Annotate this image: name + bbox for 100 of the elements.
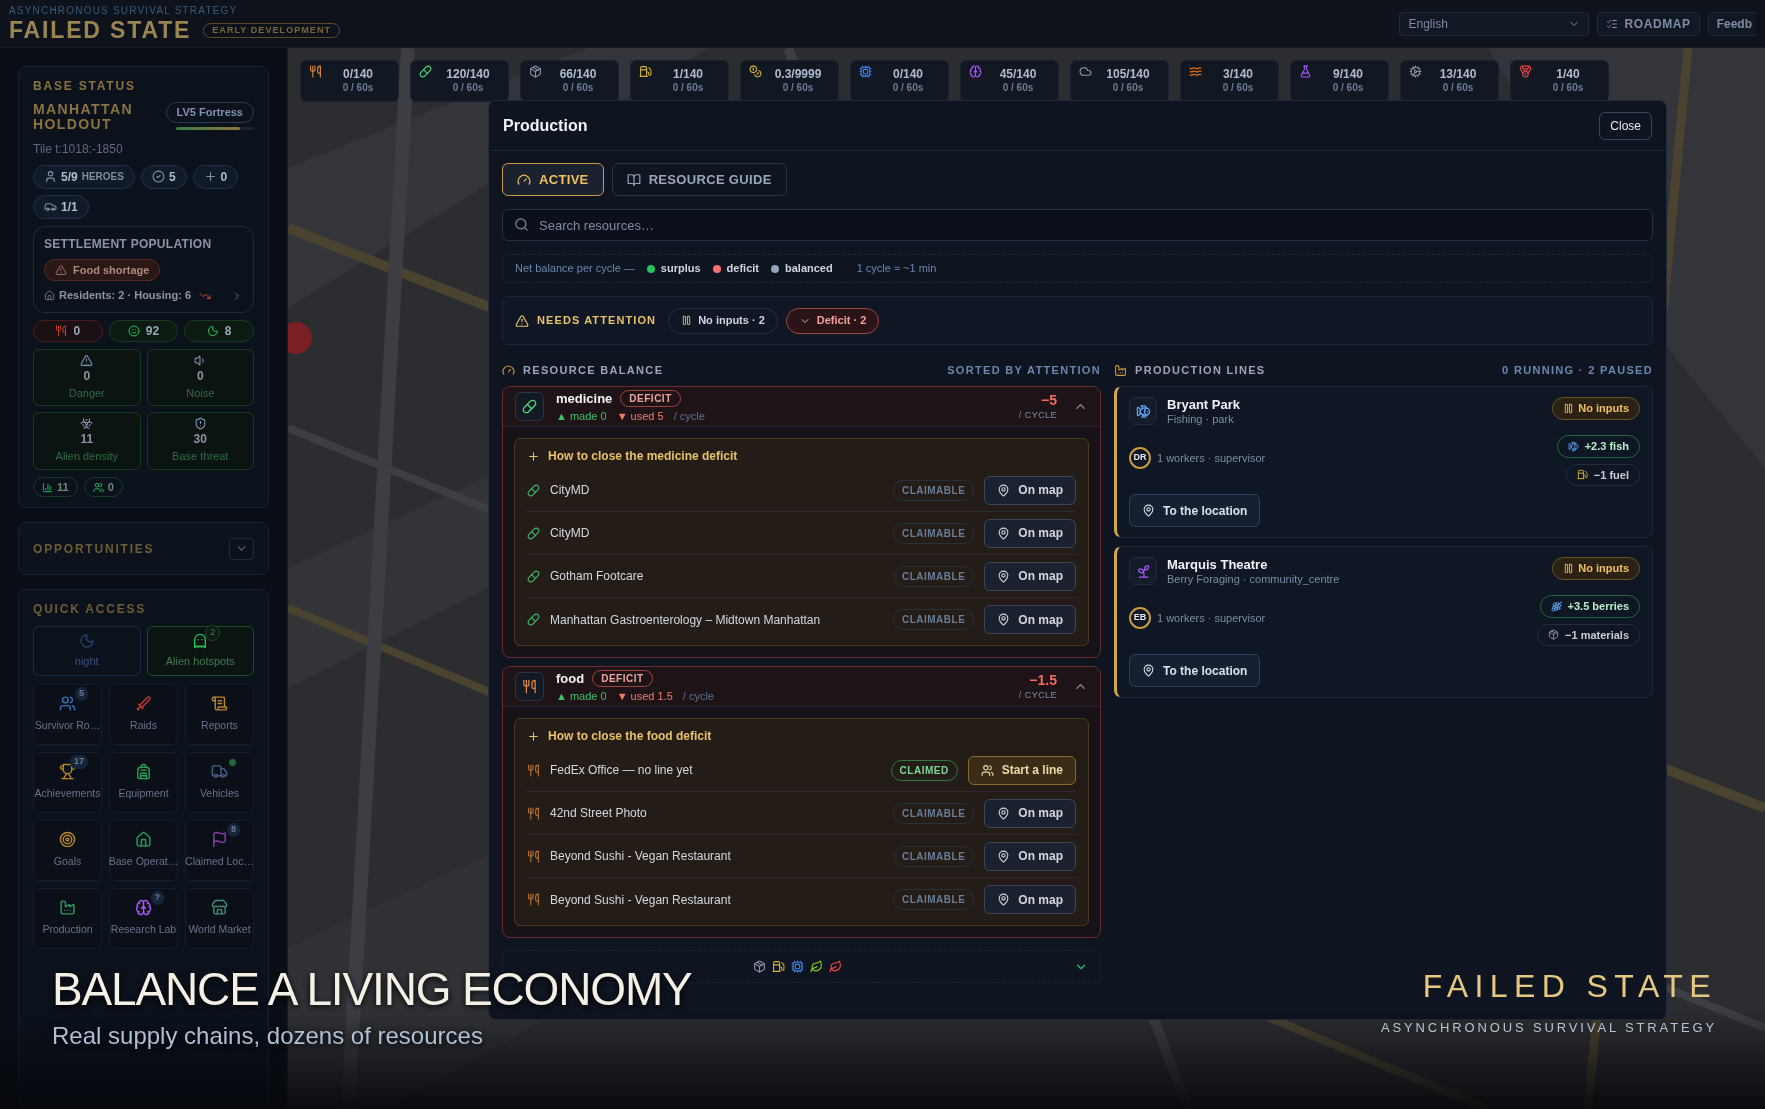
cycle-note: 1 cycle ≈ ~1 min [856,261,937,277]
quick-tile[interactable]: Goals [33,820,102,882]
resource-rate: 0 / 60s [1112,82,1144,95]
dialog-title: Production [503,115,588,136]
box-icon [753,960,766,973]
backpack-icon [135,763,152,781]
worker-summary: 1 workers · supervisor [1157,610,1266,626]
on-map-button[interactable]: On map [984,798,1076,828]
resource-rate: 0 / 60s [892,82,924,95]
source-name: Gotham Footcare [550,568,644,585]
people-icon [980,763,994,777]
legend-label: Net balance per cycle — [515,261,635,277]
fish-icon [1567,440,1579,452]
status-badge: No inputs [1552,557,1640,580]
quick-tile[interactable]: Equipment [109,752,178,814]
brain-icon [969,65,982,78]
chip-label: HEROES [81,170,124,185]
quick-tile[interactable]: 5 Survivor Ro… [33,684,102,746]
utensils-icon [522,679,537,694]
section-heading: OPPORTUNITIES [33,540,155,558]
chip-value: 0 [220,168,228,186]
resource-rate: 0 / 60s [1002,82,1034,95]
store-icon [211,899,228,917]
resource-amount: 45/140 [999,67,1037,83]
help-title: How to close the medicine deficit [548,448,738,465]
location-button[interactable]: To the location [1129,494,1261,527]
tab[interactable]: RESOURCE GUIDE [611,163,787,196]
bar-chart-icon [42,481,53,493]
map-pin-icon [997,849,1011,863]
moon-icon [78,633,95,650]
utensils-icon [527,849,540,863]
sprout-icon [1135,563,1151,579]
chip-value: 0 [107,479,114,495]
legend-item: balanced [785,261,833,277]
flag-icon [211,831,228,849]
quick-tile[interactable]: 8 Claimed Loc… [185,820,254,882]
utensils-icon [527,893,540,906]
on-map-button[interactable]: On map [984,885,1076,914]
pause-icon [681,315,693,326]
per-cycle-label: / cycle [673,409,705,424]
close-button[interactable]: Close [1599,111,1652,140]
plus-icon [527,449,540,463]
source-name: Beyond Sushi - Vegan Restaurant [550,848,731,865]
resource-rate: 0 / 60s [1222,82,1254,95]
quick-tile[interactable]: Base Operat… [109,820,178,882]
on-map-button[interactable]: On map [984,605,1076,634]
count-badge: 2 [205,625,221,641]
section-heading: PRODUCTION LINES [1135,362,1266,378]
chip-value: 5/9 [61,168,78,186]
quick-tile[interactable]: Production [33,888,102,950]
resource-amount: 0/140 [893,67,923,83]
cloud-icon [1079,65,1092,78]
utensils-icon [527,806,540,820]
quick-tile[interactable]: 2 Alien hotspots [146,626,254,677]
on-map-button[interactable]: On map [984,475,1076,505]
quick-tile[interactable]: Reports [185,684,254,746]
metric-label: Noise [186,385,215,401]
section-heading: QUICK ACCESS [33,601,148,619]
car-icon [44,200,57,214]
source-name: CityMD [550,482,590,499]
location-button[interactable]: To the location [1129,654,1261,687]
sort-label: SORTED BY ATTENTION [947,362,1101,378]
plus-icon [527,729,540,743]
start-line-button[interactable]: Start a line [967,755,1076,785]
brain-icon [135,899,152,917]
coins-icon [749,65,762,78]
feedback-button[interactable]: Feedb [1707,11,1756,36]
plus-icon [203,170,217,184]
resource-amount: 1/140 [673,67,703,83]
legend-item: deficit [726,261,759,277]
on-map-button[interactable]: On map [984,518,1076,548]
resource-name: medicine [556,389,613,408]
used-amount: ▼ used 5 [616,409,664,424]
source-name: Beyond Sushi - Vegan Restaurant [550,891,731,909]
promo-subline: Real supply chains, dozens of resources [52,1024,484,1048]
search-field[interactable]: Search resources… [502,209,1653,241]
quick-tile[interactable]: 17 Achievements [33,752,102,814]
resource-amount: 0/140 [343,67,373,83]
map-pin-icon [997,893,1011,906]
on-map-button[interactable]: On map [984,841,1076,871]
resource-rate: 0 / 60s [452,82,484,95]
roadmap-button[interactable]: ROADMAP [1597,11,1700,36]
box-icon [1548,629,1560,641]
chip-icon [791,960,804,973]
quick-tile[interactable]: Vehicles [185,752,254,814]
quick-tile[interactable]: World Market [185,888,254,950]
count-badge: ? [150,891,164,905]
target-icon [59,831,76,849]
vital-value: 0 [73,322,81,340]
language-select[interactable]: English [1399,11,1590,36]
quick-tile[interactable]: ? Research Lab [109,888,178,950]
on-map-button[interactable]: On map [984,561,1076,591]
brand-tagline: ASYNCHRONOUS SURVIVAL STRATEGY [1381,1019,1717,1037]
pause-icon [1563,562,1575,574]
resource-amount: 105/140 [1106,67,1150,83]
house-icon [135,831,152,849]
quick-tile[interactable]: Raids [109,684,178,746]
waves-icon [1189,65,1202,78]
filter-chip[interactable]: Deficit · 2 [785,307,880,334]
tab[interactable]: ACTIVE [502,163,604,196]
